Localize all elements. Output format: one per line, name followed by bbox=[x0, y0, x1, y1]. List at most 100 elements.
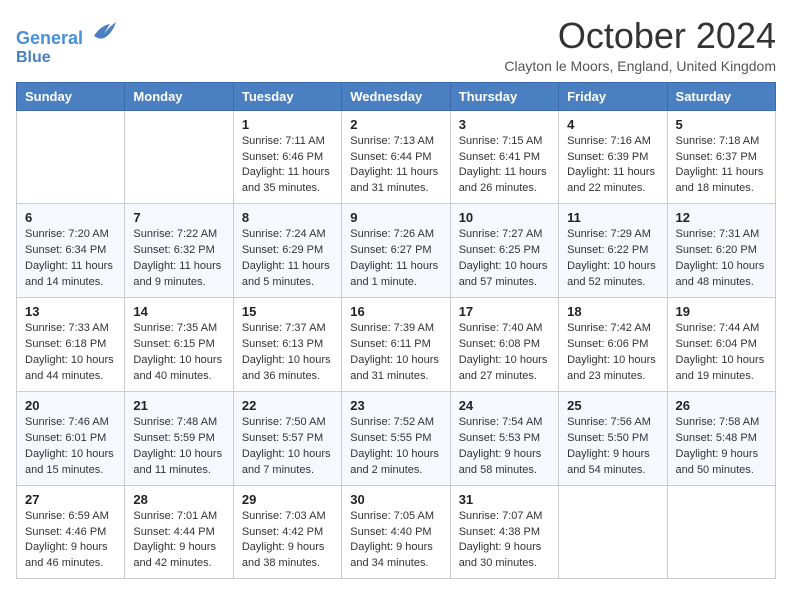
day-info: Sunrise: 7:27 AM Sunset: 6:25 PM Dayligh… bbox=[459, 227, 550, 291]
calendar-cell: 23Sunrise: 7:52 AM Sunset: 5:55 PM Dayli… bbox=[342, 391, 450, 485]
calendar-cell: 5 Sunrise: 7:18 AM Sunset: 6:37 PM Daylig… bbox=[667, 110, 775, 204]
day-header-wednesday: Wednesday bbox=[342, 82, 450, 110]
day-header-sunday: Sunday bbox=[17, 82, 125, 110]
day-info: Sunrise: 7:37 AM Sunset: 6:13 PM Dayligh… bbox=[242, 321, 333, 385]
day-info: Sunrise: 7:54 AM Sunset: 5:53 PM Dayligh… bbox=[459, 415, 550, 479]
logo-blue-text: Blue bbox=[16, 49, 118, 67]
calendar-cell: 1Sunrise: 7:11 AM Sunset: 6:46 PM Daylig… bbox=[233, 110, 341, 204]
calendar-cell: 8 Sunrise: 7:24 AM Sunset: 6:29 PM Daylig… bbox=[233, 204, 341, 298]
day-number: 25 bbox=[567, 398, 658, 413]
calendar-cell: 9Sunrise: 7:26 AM Sunset: 6:27 PM Daylig… bbox=[342, 204, 450, 298]
calendar-cell: 17Sunrise: 7:40 AM Sunset: 6:08 PM Dayli… bbox=[450, 298, 558, 392]
day-number: 8 bbox=[242, 210, 333, 225]
day-info: Sunrise: 7:39 AM Sunset: 6:11 PM Dayligh… bbox=[350, 321, 441, 385]
day-info: Sunrise: 7:24 AM Sunset: 6:29 PM Dayligh… bbox=[242, 227, 333, 291]
logo-bird-icon bbox=[90, 16, 118, 44]
calendar-cell bbox=[559, 485, 667, 579]
day-info: Sunrise: 7:33 AM Sunset: 6:18 PM Dayligh… bbox=[25, 321, 116, 385]
week-row-3: 13 Sunrise: 7:33 AM Sunset: 6:18 PM Dayli… bbox=[17, 298, 776, 392]
day-info: Sunrise: 7:50 AM Sunset: 5:57 PM Dayligh… bbox=[242, 415, 333, 479]
day-number: 30 bbox=[350, 492, 441, 507]
calendar-cell: 13 Sunrise: 7:33 AM Sunset: 6:18 PM Dayli… bbox=[17, 298, 125, 392]
day-number: 18 bbox=[567, 304, 658, 319]
calendar-cell: 2Sunrise: 7:13 AM Sunset: 6:44 PM Daylig… bbox=[342, 110, 450, 204]
day-info: Sunrise: 7:18 AM Sunset: 6:37 PM Dayligh… bbox=[676, 134, 767, 198]
calendar-cell: 11 Sunrise: 7:29 AM Sunset: 6:22 PM Dayli… bbox=[559, 204, 667, 298]
calendar-table: SundayMondayTuesdayWednesdayThursdayFrid… bbox=[16, 82, 776, 580]
calendar-cell bbox=[125, 110, 233, 204]
calendar-cell: 16 Sunrise: 7:39 AM Sunset: 6:11 PM Dayli… bbox=[342, 298, 450, 392]
day-info: Sunrise: 7:26 AM Sunset: 6:27 PM Dayligh… bbox=[350, 227, 441, 291]
logo-text: General bbox=[16, 16, 118, 49]
day-number: 20 bbox=[25, 398, 116, 413]
day-info: Sunrise: 7:44 AM Sunset: 6:04 PM Dayligh… bbox=[676, 321, 767, 385]
calendar-cell: 30 Sunrise: 7:05 AM Sunset: 4:40 PM Dayli… bbox=[342, 485, 450, 579]
day-number: 16 bbox=[350, 304, 441, 319]
days-header-row: SundayMondayTuesdayWednesdayThursdayFrid… bbox=[17, 82, 776, 110]
day-number: 11 bbox=[567, 210, 658, 225]
calendar-cell: 14 Sunrise: 7:35 AM Sunset: 6:15 PM Dayli… bbox=[125, 298, 233, 392]
day-number: 5 bbox=[676, 117, 767, 132]
calendar-cell: 4 Sunrise: 7:16 AM Sunset: 6:39 PM Daylig… bbox=[559, 110, 667, 204]
week-row-4: 20 Sunrise: 7:46 AM Sunset: 6:01 PM Dayli… bbox=[17, 391, 776, 485]
day-number: 19 bbox=[676, 304, 767, 319]
day-info: Sunrise: 7:29 AM Sunset: 6:22 PM Dayligh… bbox=[567, 227, 658, 291]
day-number: 10 bbox=[459, 210, 550, 225]
month-title: October 2024 bbox=[504, 16, 776, 56]
calendar-cell: 20 Sunrise: 7:46 AM Sunset: 6:01 PM Dayli… bbox=[17, 391, 125, 485]
calendar-cell bbox=[667, 485, 775, 579]
title-block: October 2024 Clayton le Moors, England, … bbox=[504, 16, 776, 74]
day-info: Sunrise: 7:07 AM Sunset: 4:38 PM Dayligh… bbox=[459, 509, 550, 573]
calendar-cell: 27Sunrise: 6:59 AM Sunset: 4:46 PM Dayli… bbox=[17, 485, 125, 579]
calendar-cell: 12 Sunrise: 7:31 AM Sunset: 6:20 PM Dayli… bbox=[667, 204, 775, 298]
day-number: 24 bbox=[459, 398, 550, 413]
day-number: 4 bbox=[567, 117, 658, 132]
day-info: Sunrise: 7:35 AM Sunset: 6:15 PM Dayligh… bbox=[133, 321, 224, 385]
day-number: 1 bbox=[242, 117, 333, 132]
day-info: Sunrise: 6:59 AM Sunset: 4:46 PM Dayligh… bbox=[25, 509, 116, 573]
day-number: 28 bbox=[133, 492, 224, 507]
day-header-tuesday: Tuesday bbox=[233, 82, 341, 110]
calendar-cell: 10 Sunrise: 7:27 AM Sunset: 6:25 PM Dayli… bbox=[450, 204, 558, 298]
day-info: Sunrise: 7:42 AM Sunset: 6:06 PM Dayligh… bbox=[567, 321, 658, 385]
day-info: Sunrise: 7:16 AM Sunset: 6:39 PM Dayligh… bbox=[567, 134, 658, 198]
day-number: 7 bbox=[133, 210, 224, 225]
day-info: Sunrise: 7:58 AM Sunset: 5:48 PM Dayligh… bbox=[676, 415, 767, 479]
calendar-cell: 29Sunrise: 7:03 AM Sunset: 4:42 PM Dayli… bbox=[233, 485, 341, 579]
day-number: 26 bbox=[676, 398, 767, 413]
day-number: 6 bbox=[25, 210, 116, 225]
day-info: Sunrise: 7:20 AM Sunset: 6:34 PM Dayligh… bbox=[25, 227, 116, 291]
week-row-1: 1Sunrise: 7:11 AM Sunset: 6:46 PM Daylig… bbox=[17, 110, 776, 204]
page-header: General Blue October 2024 Clayton le Moo… bbox=[16, 16, 776, 74]
day-info: Sunrise: 7:31 AM Sunset: 6:20 PM Dayligh… bbox=[676, 227, 767, 291]
day-number: 29 bbox=[242, 492, 333, 507]
week-row-5: 27Sunrise: 6:59 AM Sunset: 4:46 PM Dayli… bbox=[17, 485, 776, 579]
calendar-cell bbox=[17, 110, 125, 204]
day-info: Sunrise: 7:05 AM Sunset: 4:40 PM Dayligh… bbox=[350, 509, 441, 573]
week-row-2: 6 Sunrise: 7:20 AM Sunset: 6:34 PM Daylig… bbox=[17, 204, 776, 298]
calendar-cell: 25Sunrise: 7:56 AM Sunset: 5:50 PM Dayli… bbox=[559, 391, 667, 485]
calendar-cell: 21Sunrise: 7:48 AM Sunset: 5:59 PM Dayli… bbox=[125, 391, 233, 485]
calendar-cell: 6 Sunrise: 7:20 AM Sunset: 6:34 PM Daylig… bbox=[17, 204, 125, 298]
day-number: 31 bbox=[459, 492, 550, 507]
day-info: Sunrise: 7:46 AM Sunset: 6:01 PM Dayligh… bbox=[25, 415, 116, 479]
logo: General Blue bbox=[16, 16, 118, 66]
calendar-cell: 19 Sunrise: 7:44 AM Sunset: 6:04 PM Dayli… bbox=[667, 298, 775, 392]
day-info: Sunrise: 7:52 AM Sunset: 5:55 PM Dayligh… bbox=[350, 415, 441, 479]
calendar-cell: 24 Sunrise: 7:54 AM Sunset: 5:53 PM Dayli… bbox=[450, 391, 558, 485]
day-number: 15 bbox=[242, 304, 333, 319]
day-number: 12 bbox=[676, 210, 767, 225]
calendar-cell: 7Sunrise: 7:22 AM Sunset: 6:32 PM Daylig… bbox=[125, 204, 233, 298]
day-number: 2 bbox=[350, 117, 441, 132]
day-number: 13 bbox=[25, 304, 116, 319]
day-number: 3 bbox=[459, 117, 550, 132]
calendar-cell: 26 Sunrise: 7:58 AM Sunset: 5:48 PM Dayli… bbox=[667, 391, 775, 485]
location: Clayton le Moors, England, United Kingdo… bbox=[504, 58, 776, 74]
day-number: 22 bbox=[242, 398, 333, 413]
calendar-cell: 22 Sunrise: 7:50 AM Sunset: 5:57 PM Dayli… bbox=[233, 391, 341, 485]
calendar-cell: 28Sunrise: 7:01 AM Sunset: 4:44 PM Dayli… bbox=[125, 485, 233, 579]
day-number: 14 bbox=[133, 304, 224, 319]
day-number: 21 bbox=[133, 398, 224, 413]
day-info: Sunrise: 7:15 AM Sunset: 6:41 PM Dayligh… bbox=[459, 134, 550, 198]
day-header-friday: Friday bbox=[559, 82, 667, 110]
